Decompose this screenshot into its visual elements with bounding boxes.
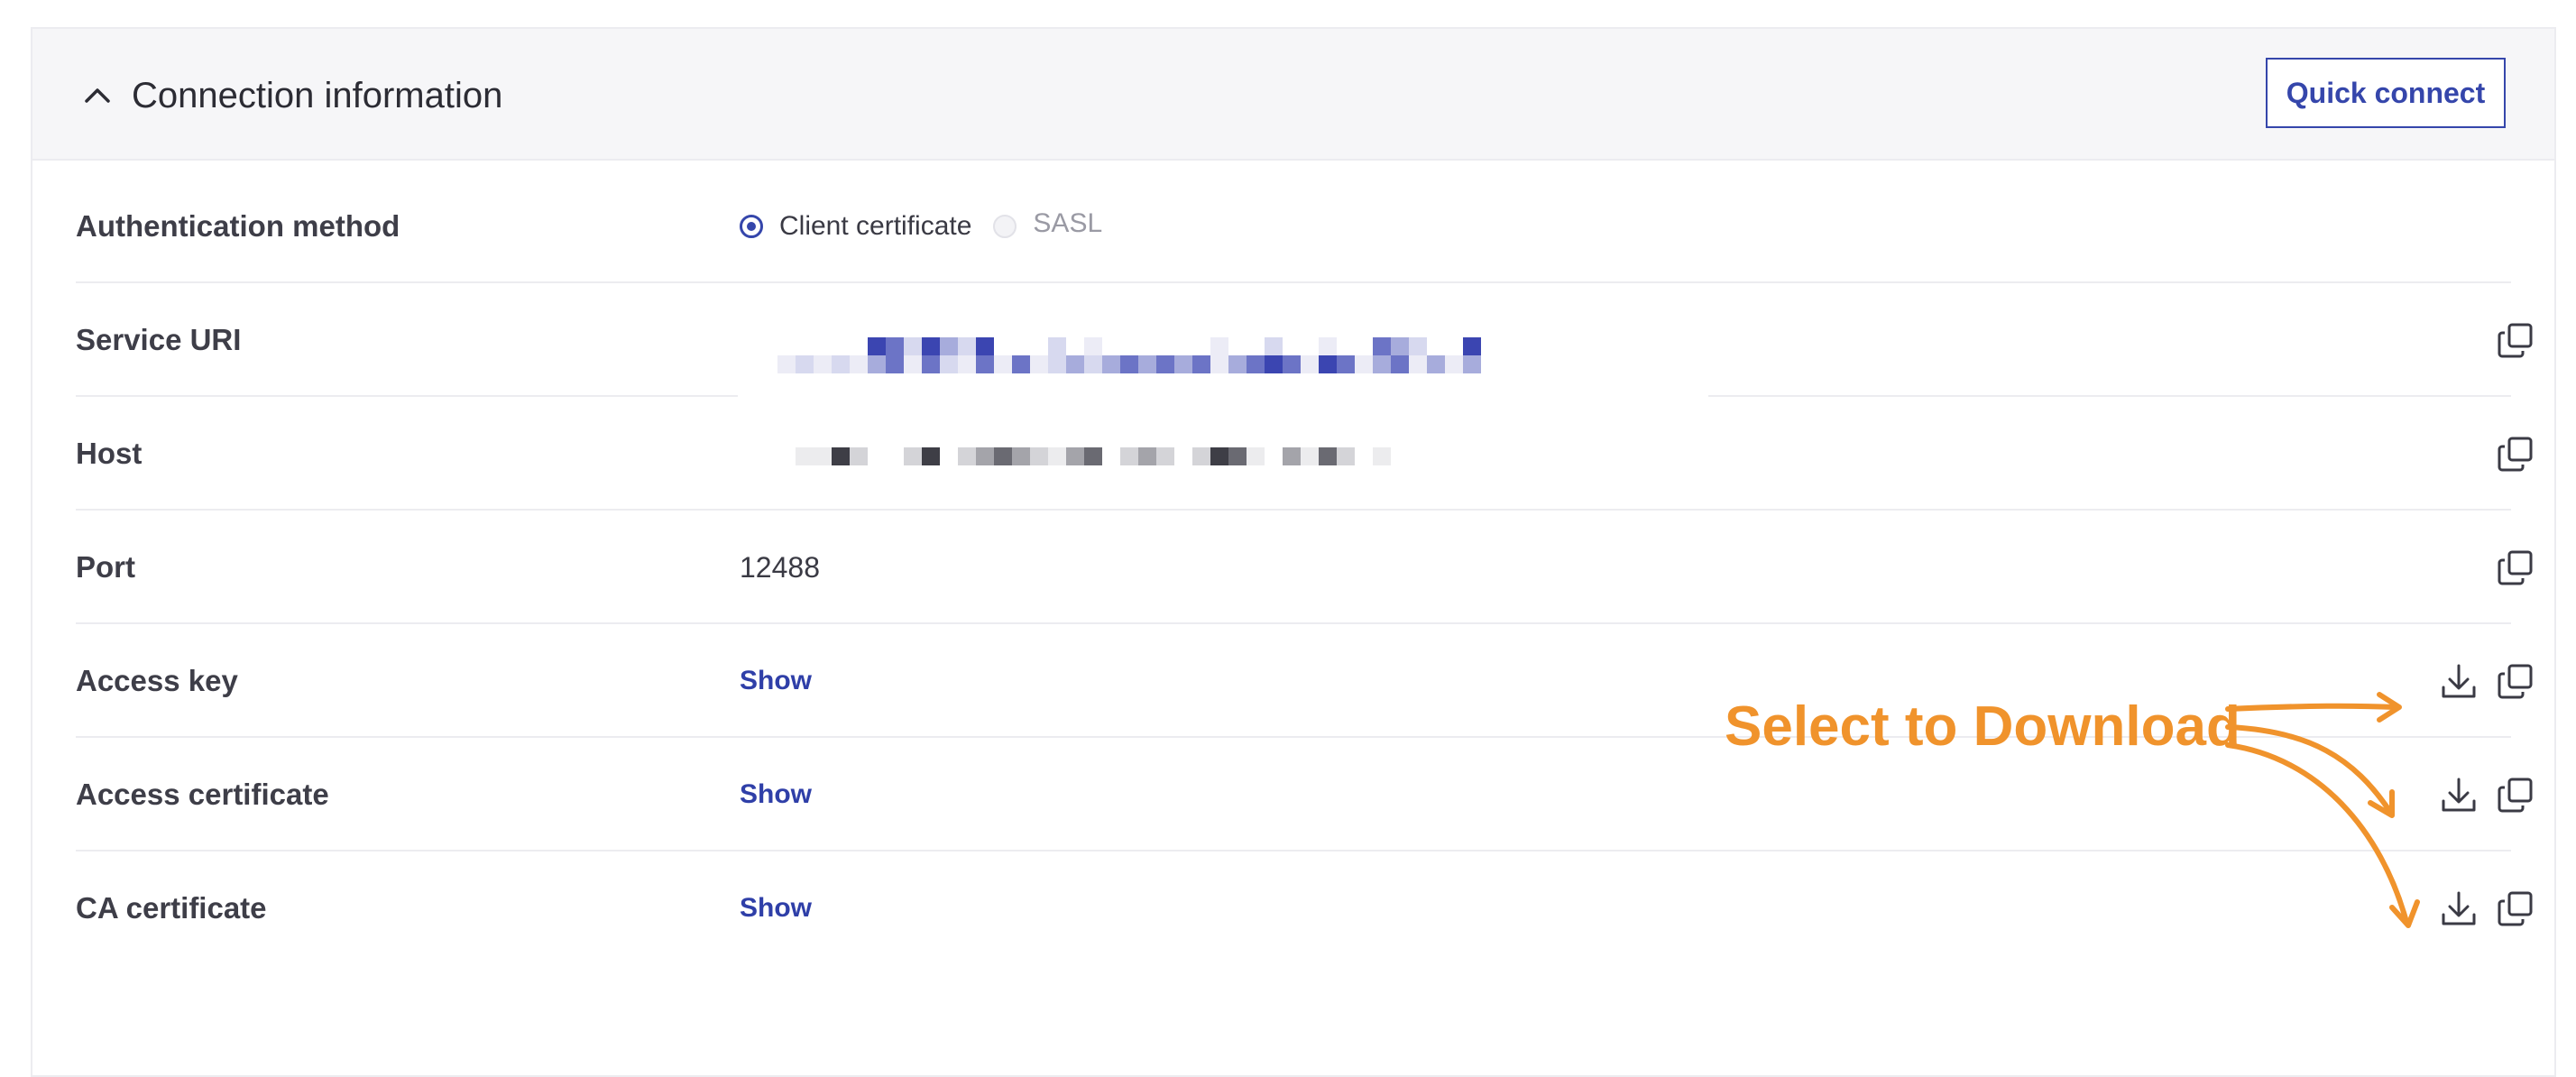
radio-label: SASL xyxy=(1033,208,1103,238)
row-host: Host xyxy=(76,397,2533,511)
row-port: Port 12488 xyxy=(76,511,2533,624)
port-value: 12488 xyxy=(740,550,820,584)
connection-info-panel: Connection information Quick connect Aut… xyxy=(31,27,2556,1077)
redacted-service-uri xyxy=(777,337,1481,373)
copy-icon[interactable] xyxy=(2495,319,2538,363)
show-ca-certificate-link[interactable]: Show xyxy=(740,893,812,924)
chevron-up-icon[interactable] xyxy=(79,78,115,114)
show-access-certificate-link[interactable]: Show xyxy=(740,779,812,810)
copy-icon[interactable] xyxy=(2495,433,2538,476)
row-service-uri: Service URI xyxy=(76,283,2533,397)
copy-icon[interactable] xyxy=(2495,547,2538,590)
radio-label[interactable]: Client certificate xyxy=(779,211,971,242)
row-label: Access certificate xyxy=(76,778,329,811)
download-icon[interactable] xyxy=(2437,774,2480,817)
row-label: Access key xyxy=(76,664,238,697)
show-access-key-link[interactable]: Show xyxy=(740,666,812,696)
redacted-host xyxy=(796,447,1391,465)
panel-header[interactable]: Connection information Quick connect xyxy=(32,29,2554,161)
radio-sasl xyxy=(993,215,1017,238)
radio-client-certificate[interactable] xyxy=(740,215,763,238)
row-label: CA certificate xyxy=(76,891,267,925)
row-label: Authentication method xyxy=(76,209,400,243)
row-authentication-method: Authentication method Client certificate… xyxy=(76,170,2511,283)
row-label: Port xyxy=(76,550,135,584)
auth-method-radio-group: Client certificate SASL xyxy=(740,170,1124,283)
copy-icon[interactable] xyxy=(2495,660,2538,704)
panel-title: Connection information xyxy=(132,76,503,115)
row-ca-certificate: CA certificate Show xyxy=(76,851,2533,965)
annotation-text: Select to Download xyxy=(1725,695,2240,758)
row-label: Service URI xyxy=(76,323,242,356)
download-icon[interactable] xyxy=(2437,888,2480,931)
copy-icon[interactable] xyxy=(2495,888,2538,931)
quick-connect-button[interactable]: Quick connect xyxy=(2266,58,2506,128)
row-label: Host xyxy=(76,437,143,470)
download-icon[interactable] xyxy=(2437,660,2480,704)
copy-icon[interactable] xyxy=(2495,774,2538,817)
